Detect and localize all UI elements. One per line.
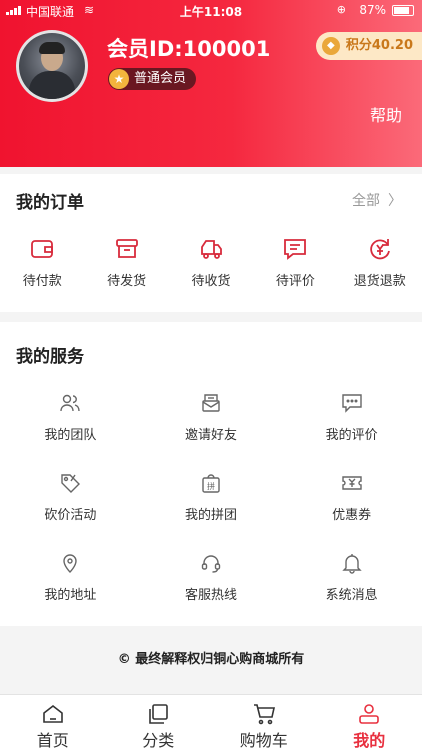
all-orders-label: 全部 — [352, 193, 380, 209]
home-icon — [42, 704, 63, 723]
order-refund[interactable]: 退货退款 — [338, 236, 422, 289]
service-label: 客服热线 — [184, 588, 237, 603]
order-pending-payment[interactable]: 待付款 — [0, 236, 84, 289]
battery-percent: 87% — [359, 3, 386, 17]
service-hotline[interactable]: 客服热线 — [141, 552, 282, 632]
invite-icon — [202, 394, 220, 412]
star-icon: ★ — [109, 69, 129, 89]
svg-text:拼: 拼 — [207, 481, 215, 491]
orders-title: 我的订单 — [16, 193, 84, 213]
truck-icon — [201, 240, 222, 259]
order-label: 退货退款 — [353, 274, 406, 289]
battery-icon — [392, 5, 414, 16]
service-bargain[interactable]: 砍价活动 — [0, 472, 141, 552]
service-label: 我的地址 — [44, 588, 97, 603]
services-title: 我的服务 — [16, 347, 84, 367]
tab-label: 我的 — [353, 731, 386, 750]
service-label: 我的评价 — [325, 428, 378, 443]
service-my-reviews[interactable]: 我的评价 — [281, 392, 422, 472]
orders-card: 我的订单 全部〉 待付款 待发货 待收货 待评价 退货退款 — [0, 174, 422, 312]
copyright-note: © 最终解释权归铜心购商城所有 — [117, 652, 305, 667]
service-invite[interactable]: 邀请好友 — [141, 392, 282, 472]
tab-bar: 首页 分类 购物车 我的 — [0, 694, 422, 750]
user-icon — [359, 704, 380, 724]
headset-icon — [201, 555, 221, 573]
profile-header: 中国联通 ≋ 上午11:08 ⊕ 87% 会员ID:100001 ★ 普通会员 … — [0, 0, 422, 167]
tab-label: 购物车 — [239, 731, 288, 750]
refund-icon — [370, 239, 390, 260]
tab-category[interactable]: 分类 — [106, 695, 212, 750]
avatar[interactable] — [16, 30, 88, 102]
service-team[interactable]: 我的团队 — [0, 392, 141, 472]
bell-icon — [341, 554, 362, 574]
order-pending-shipment[interactable]: 待发货 — [84, 236, 168, 289]
member-id: 会员ID:100001 — [107, 37, 271, 61]
status-bar: 中国联通 ≋ 上午11:08 ⊕ 87% — [0, 0, 422, 22]
rotation-lock-icon: ⊕ — [336, 3, 346, 16]
tab-home[interactable]: 首页 — [0, 695, 106, 750]
box-icon — [115, 239, 138, 258]
bargain-icon — [61, 474, 81, 493]
coin-icon: ◆ — [321, 37, 340, 55]
group-buy-icon: 拼 — [202, 474, 220, 493]
tab-label: 首页 — [36, 731, 69, 750]
order-pending-receipt[interactable]: 待收货 — [169, 236, 253, 289]
service-label: 我的拼团 — [184, 508, 237, 523]
service-label: 优惠券 — [332, 508, 372, 523]
services-card: 我的服务 我的团队 邀请好友 我的评价 砍价活动 拼 我的拼团 优惠券 我的地址… — [0, 322, 422, 626]
order-pending-review[interactable]: 待评价 — [253, 236, 337, 289]
coupon-icon — [341, 476, 362, 490]
order-label: 待付款 — [22, 274, 62, 289]
service-address[interactable]: 我的地址 — [0, 552, 141, 632]
order-label: 待评价 — [275, 274, 315, 289]
service-label: 我的团队 — [44, 428, 97, 443]
chevron-right-icon: 〉 — [388, 193, 402, 209]
service-coupon[interactable]: 优惠券 — [281, 472, 422, 552]
cart-icon — [253, 704, 275, 725]
tab-label: 分类 — [142, 731, 175, 750]
member-level-label: 普通会员 — [134, 71, 187, 86]
member-level-badge: ★ 普通会员 — [108, 68, 197, 90]
all-orders-link[interactable]: 全部〉 — [352, 190, 402, 210]
service-label: 系统消息 — [325, 588, 378, 603]
points-badge[interactable]: ◆ 积分40.20 — [315, 32, 422, 60]
tab-mine[interactable]: 我的 — [317, 695, 422, 750]
order-label: 待收货 — [191, 274, 231, 289]
wallet-icon — [31, 240, 54, 258]
location-icon — [63, 554, 78, 573]
comment-icon — [284, 239, 307, 260]
service-messages[interactable]: 系统消息 — [281, 552, 422, 632]
review-icon — [341, 394, 362, 413]
help-link[interactable]: 帮助 — [370, 102, 402, 126]
service-label: 砍价活动 — [44, 508, 97, 523]
service-label: 邀请好友 — [184, 428, 237, 443]
order-label: 待发货 — [107, 274, 147, 289]
category-icon — [149, 704, 169, 724]
tab-cart[interactable]: 购物车 — [211, 695, 317, 750]
team-icon — [60, 394, 81, 412]
points-label: 积分40.20 — [345, 38, 413, 53]
service-group-buy[interactable]: 拼 我的拼团 — [141, 472, 282, 552]
